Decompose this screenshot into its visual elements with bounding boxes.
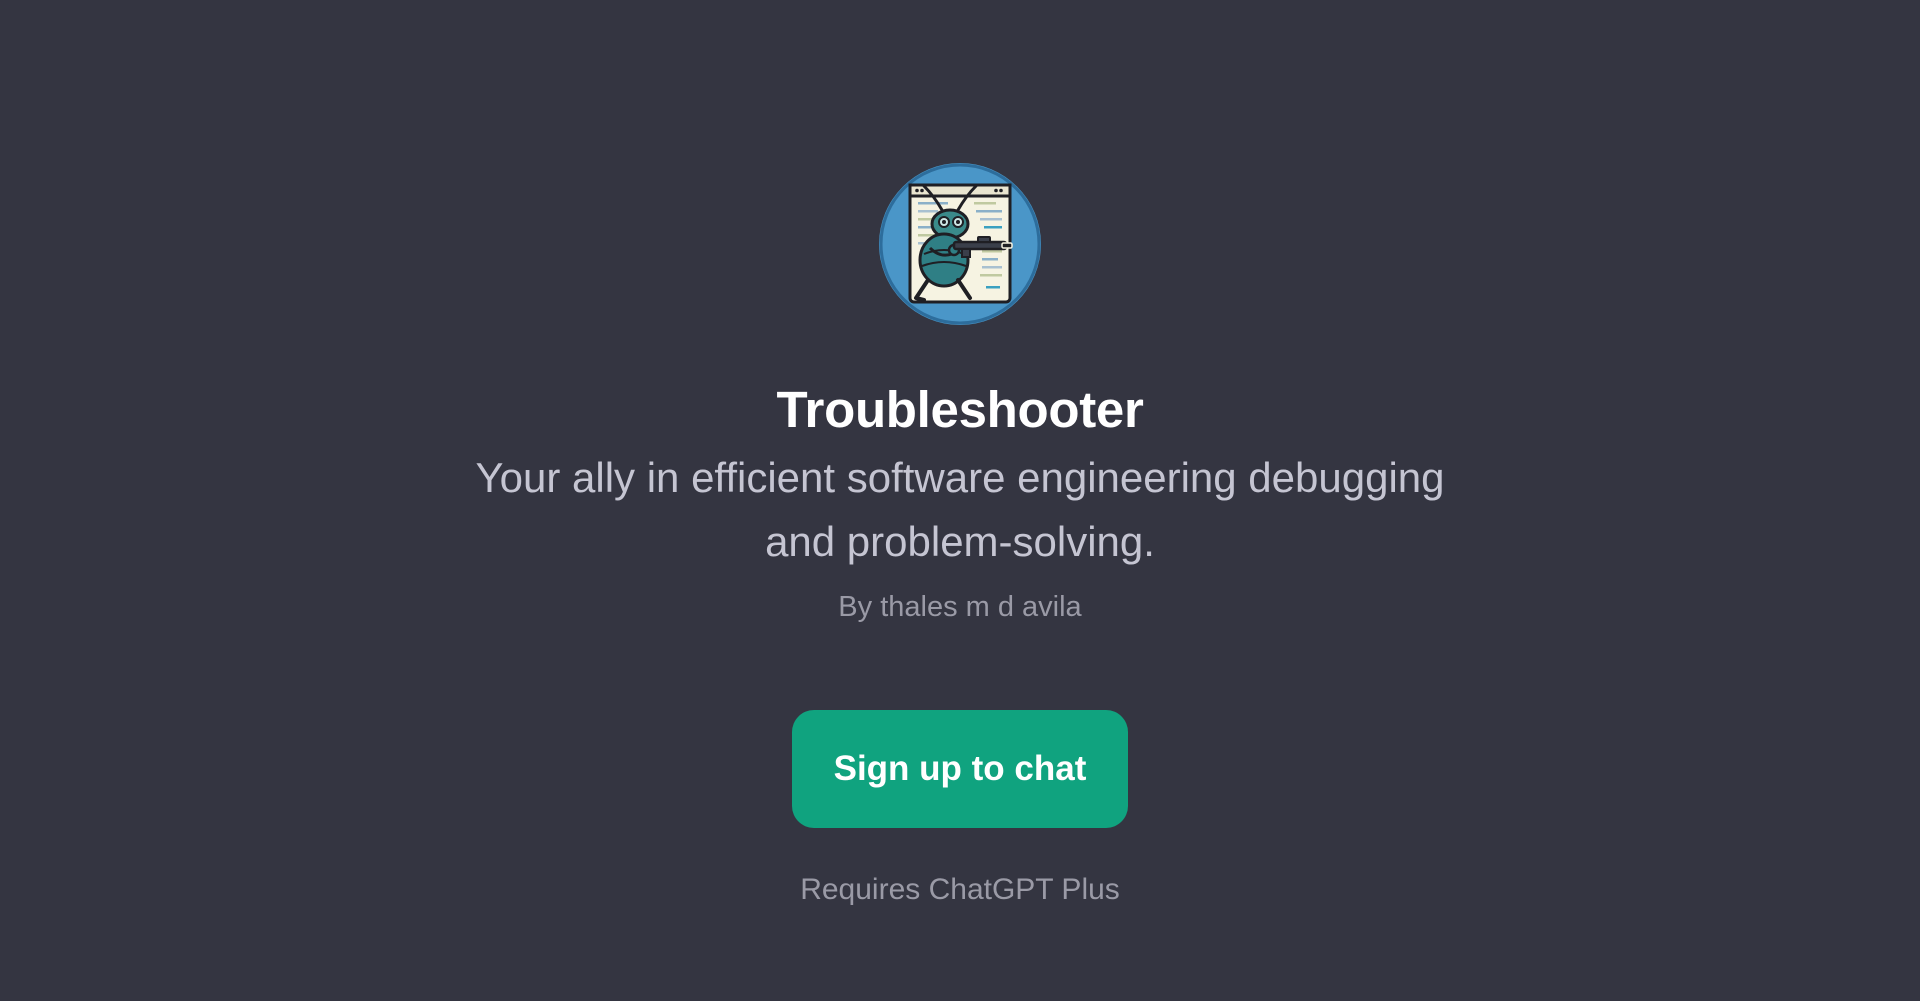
bug-debugger-avatar-icon: [879, 163, 1041, 325]
gpt-author: By thales m d avila: [838, 591, 1082, 623]
gpt-title: Troubleshooter: [776, 381, 1144, 438]
sign-up-to-chat-button[interactable]: Sign up to chat: [792, 710, 1128, 828]
gpt-description: Your ally in efficient software engineer…: [475, 454, 1445, 565]
gpt-avatar: [878, 162, 1042, 326]
plus-requirement-note: Requires ChatGPT Plus: [800, 873, 1120, 906]
gpt-landing-page: Troubleshooter Your ally in efficient so…: [0, 0, 1920, 1001]
